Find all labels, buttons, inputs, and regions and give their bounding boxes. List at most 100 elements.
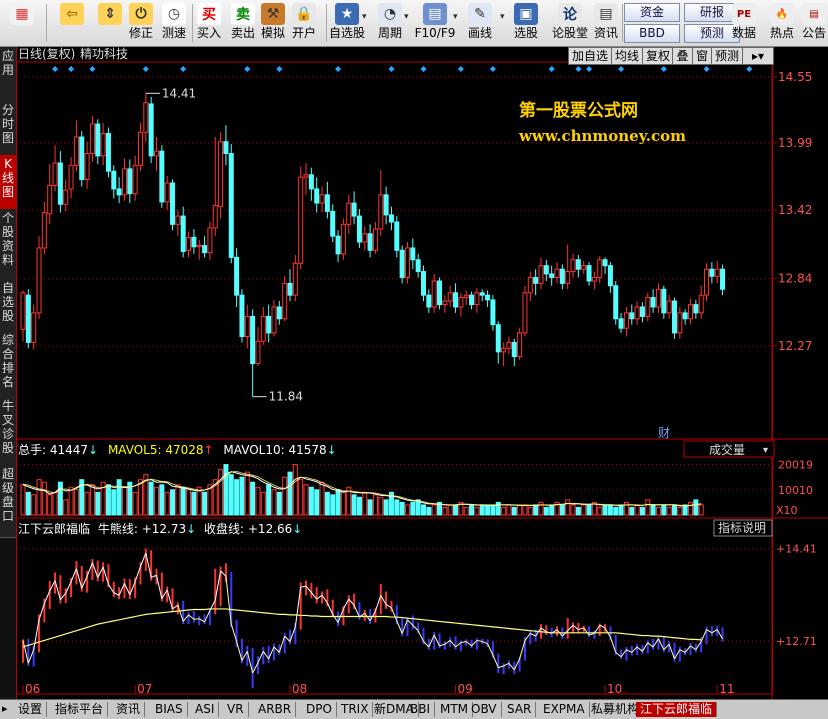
candle-body (565, 271, 571, 284)
toolbar-button-news[interactable]: ▤ 资讯 (593, 0, 619, 46)
toolbar-button-simulate[interactable]: ⚒ 模拟 (259, 0, 287, 46)
bottom-tab-7[interactable]: DPO (302, 702, 337, 717)
candle-body (671, 300, 677, 334)
toolbar-button-notice[interactable]: ▤ 公告 (800, 0, 828, 46)
toolbar-button-pen[interactable]: ✎ 画线 (463, 0, 497, 46)
candle-body (292, 262, 298, 296)
candle-body (346, 202, 352, 225)
chart-header-button-2[interactable]: 复权 (642, 47, 674, 65)
volume-bar (399, 501, 405, 516)
toolbar-button-clock[interactable]: ◔ 周期 (371, 0, 409, 46)
volume-bar (581, 504, 587, 516)
chart-header-button-3[interactable]: 叠 (672, 47, 693, 65)
chart-menu-button[interactable]: ▸▾ (742, 47, 774, 65)
volume-bar (324, 491, 330, 516)
candle-body (36, 247, 42, 314)
bottom-tab-0[interactable]: 设置 (14, 702, 48, 717)
toolbar-button-buy[interactable]: 买买入 (194, 0, 224, 46)
volume-bar (287, 471, 293, 516)
volume-bar (148, 481, 154, 516)
volume-bar (623, 501, 629, 516)
volume-bar (250, 481, 256, 516)
candle-body (303, 174, 309, 178)
chart-header-button-4[interactable]: 窗 (692, 47, 712, 65)
toolbar-button-speed[interactable]: ◷ 测速 (160, 0, 188, 46)
toolbar-label: 选股 (513, 26, 538, 40)
toolbar-button-forum[interactable]: 论论股堂 (551, 0, 589, 46)
volume-bar (575, 506, 581, 516)
indicator-selector-label[interactable]: 成交量 (709, 442, 745, 457)
left-tab-1[interactable]: 分时图 (0, 101, 16, 156)
fix-icon: ⏻ (129, 3, 153, 25)
volume-bar (52, 491, 58, 516)
up-down-icon: ⇕ (98, 3, 122, 25)
volume-bar (271, 489, 277, 516)
candle-body (89, 123, 95, 155)
bottom-tab-16[interactable]: 江下云郎福临 (636, 702, 718, 717)
chart-header-button-5[interactable]: 预测 (711, 47, 743, 65)
candle-body (250, 315, 256, 365)
candle-body (308, 174, 314, 190)
candle-body (543, 265, 549, 275)
volume-bar (234, 479, 240, 516)
quick-button-2[interactable]: BBD (624, 24, 680, 43)
left-tab-7[interactable]: 超级盘口 (0, 465, 16, 538)
left-tab-3[interactable]: 个股资料 (0, 209, 16, 280)
left-tab-6[interactable]: 牛叉诊股 (0, 397, 16, 466)
bottom-tab-8[interactable]: TRIX (337, 702, 374, 717)
toolbar-button-lock[interactable]: 🔒 开户 (290, 0, 318, 46)
toolbar-button-sell[interactable]: 卖卖出 (228, 0, 258, 46)
candle-body (111, 170, 117, 190)
volume-bar (36, 479, 42, 516)
chevron-down-icon[interactable]: ▾ (404, 12, 409, 22)
left-tab-5[interactable]: 综合排名 (0, 331, 16, 398)
candle-body (666, 300, 672, 314)
bottom-tab-1[interactable]: 指标平台 (51, 702, 109, 717)
candle-body (469, 294, 475, 306)
chevron-down-icon[interactable]: ▾ (453, 12, 458, 22)
toolbar-button-select[interactable]: ▣ 选股 (510, 0, 542, 46)
bottom-tab-3[interactable]: BIAS (151, 702, 188, 717)
toolbar-button-pe[interactable]: PE 数据 (730, 0, 758, 46)
quick-button-0[interactable]: 资金 (624, 3, 680, 22)
sell-icon: 卖 (231, 3, 255, 25)
x-tick-label: 09 (458, 682, 473, 696)
chart-header-button-1[interactable]: 均线 (611, 47, 643, 65)
left-tab-0[interactable]: 应用 (0, 47, 16, 102)
toolbar-button-back-arrow[interactable]: ⇦ (52, 0, 92, 46)
chevron-down-icon[interactable]: ▾ (500, 12, 505, 22)
toolbar-button-star[interactable]: ★ 自选股 (328, 0, 366, 46)
candle-body (378, 194, 384, 230)
left-tab-2[interactable]: K线图 (0, 155, 16, 210)
tab-scroll-arrow-icon[interactable]: ▸ (2, 702, 8, 715)
bottom-tab-14[interactable]: EXPMA (539, 702, 590, 717)
chevron-down-icon[interactable]: ▾ (362, 12, 367, 22)
candle-body (266, 315, 272, 334)
volume-bar (330, 494, 336, 516)
bottom-tab-12[interactable]: OBV (467, 702, 502, 717)
left-tab-4[interactable]: 自选股 (0, 279, 16, 332)
bottom-tab-4[interactable]: ASI (191, 702, 220, 717)
candle-body (597, 259, 603, 278)
mavol5-label: MAVOL5: 47028 (108, 443, 204, 457)
candle-body (79, 136, 85, 180)
toolbar-button-windows[interactable]: ▦ (2, 0, 42, 46)
bottom-tab-10[interactable]: BBI (406, 702, 436, 717)
chart-header-button-0[interactable]: 加自选 (568, 47, 612, 65)
bottom-tab-13[interactable]: SAR (503, 702, 537, 717)
bottom-tab-5[interactable]: VR (223, 702, 249, 717)
finance-marker[interactable]: 财 (658, 426, 670, 440)
volume-bar (586, 504, 592, 516)
indicator-explain-label[interactable]: 指标说明 (718, 520, 766, 535)
volume-bar (282, 476, 288, 516)
toolbar-button-fix[interactable]: ⏻ 修正 (127, 0, 155, 46)
toolbar-button-f10[interactable]: ▤ F10/F9 (413, 0, 457, 46)
toolbar-button-up-down[interactable]: ⇕ (98, 0, 122, 46)
toolbar-label: 模拟 (260, 26, 285, 40)
chevron-down-icon[interactable]: ▾ (763, 445, 768, 456)
toolbar-button-hot[interactable]: 🔥 热点 (768, 0, 796, 46)
volume-bar (111, 489, 117, 516)
event-marker-icon (489, 66, 496, 72)
bottom-tab-6[interactable]: ARBR (254, 702, 297, 717)
bottom-tab-2[interactable]: 资讯 (112, 702, 146, 717)
